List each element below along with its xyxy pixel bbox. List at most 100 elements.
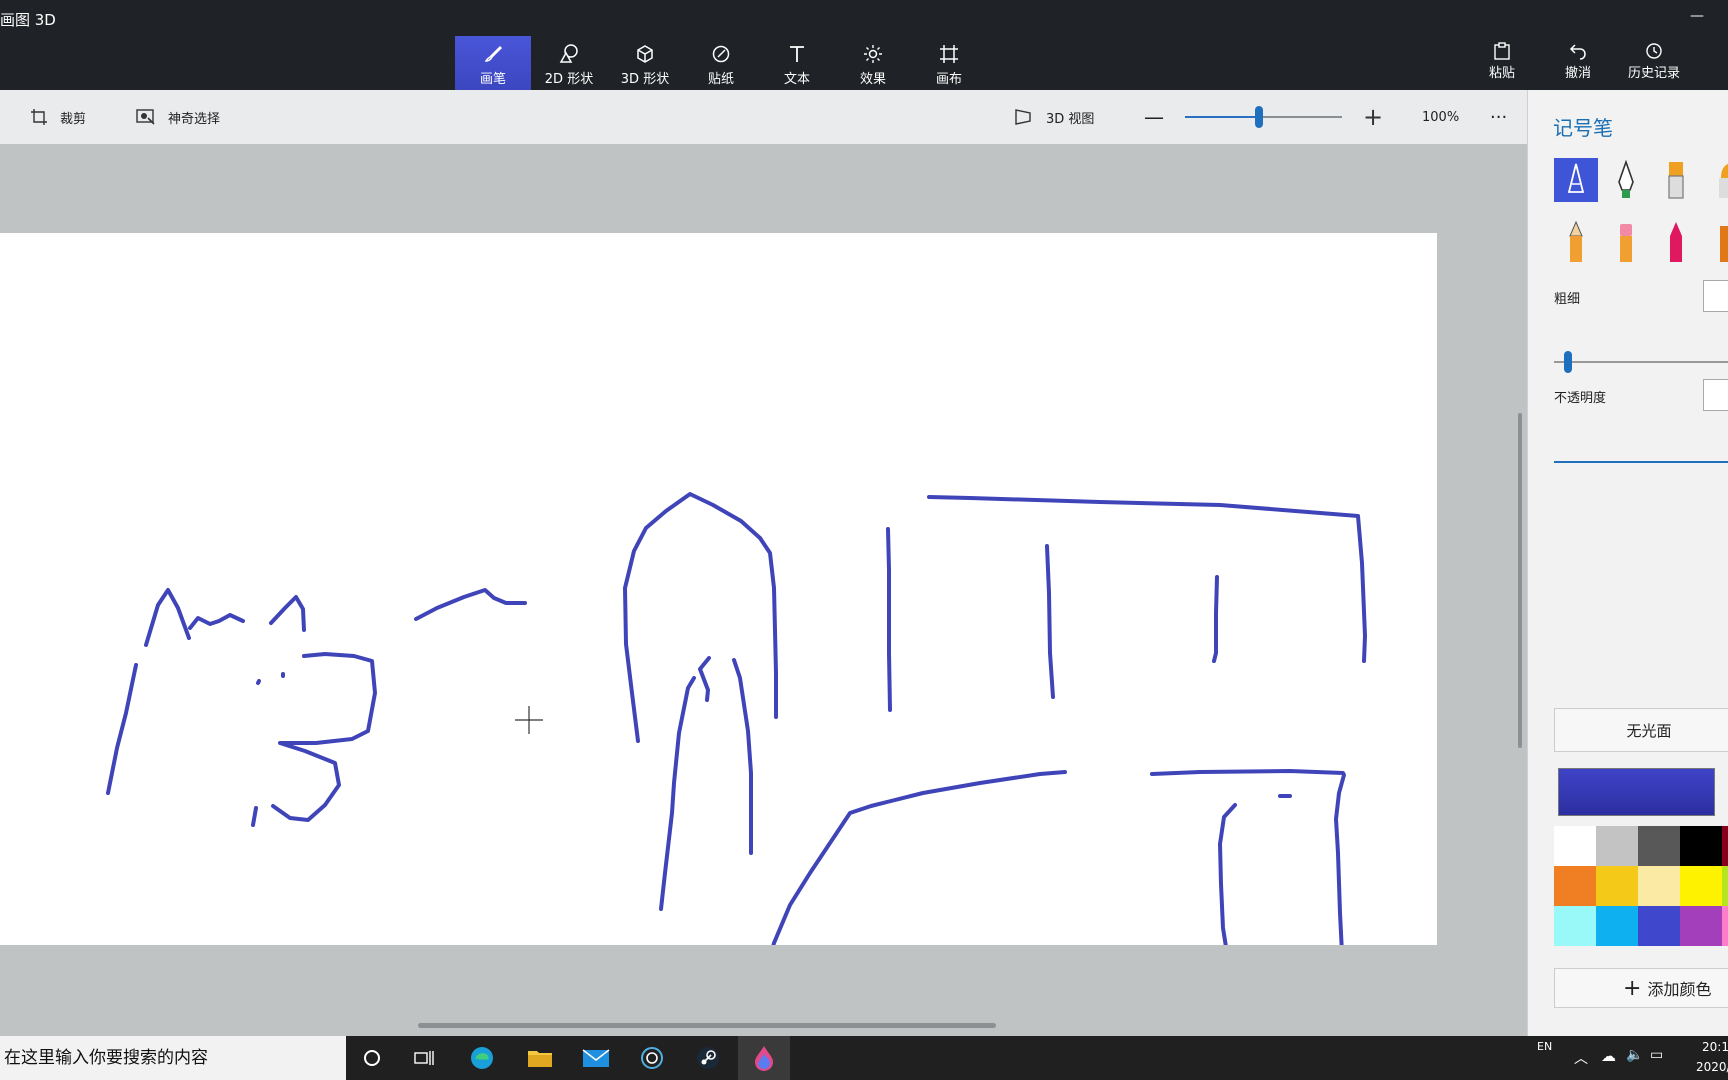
undo-label: 撤消: [1564, 66, 1591, 81]
crayon-brush[interactable]: [1654, 220, 1698, 264]
color-swatch[interactable]: [1596, 826, 1638, 866]
edge-button[interactable]: [456, 1036, 508, 1080]
pencil-brush[interactable]: [1554, 220, 1598, 264]
color-swatch[interactable]: [1680, 866, 1722, 906]
crop-label: 裁剪: [60, 111, 87, 127]
zoom-slider-fill: [1185, 116, 1259, 118]
color-swatch[interactable]: [1722, 906, 1728, 946]
app-button[interactable]: [626, 1036, 678, 1080]
add-color-button[interactable]: + 添加颜色: [1554, 968, 1728, 1008]
thickness-slider-thumb[interactable]: [1564, 351, 1572, 373]
oil-brush-icon: [1668, 162, 1684, 199]
more-options-button[interactable]: ···: [1490, 90, 1507, 144]
finish-dropdown[interactable]: 无光面: [1554, 708, 1728, 752]
marker-icon: [1567, 163, 1585, 193]
color-swatch[interactable]: [1638, 866, 1680, 906]
paste-button[interactable]: 粘贴: [1464, 40, 1540, 88]
thickness-slider-track[interactable]: [1554, 361, 1728, 363]
color-swatch[interactable]: [1596, 866, 1638, 906]
crop-button[interactable]: 裁剪: [30, 90, 86, 144]
folder-icon: [528, 1051, 552, 1067]
cortana-icon: [364, 1050, 380, 1066]
magic-select-icon: [136, 109, 155, 125]
panel-title: 记号笔: [1553, 116, 1613, 140]
edge-icon: [471, 1047, 493, 1069]
thickness-input[interactable]: [1703, 280, 1728, 312]
tab-canvas[interactable]: 画布: [911, 36, 987, 90]
cortana-button[interactable]: [346, 1036, 398, 1080]
color-swatch[interactable]: [1596, 906, 1638, 946]
tab-label: 2D 形状: [544, 72, 594, 87]
color-swatch[interactable]: [1722, 826, 1728, 866]
spray-can-brush[interactable]: [1704, 220, 1728, 264]
magic-select-button[interactable]: 神奇选择: [136, 90, 220, 144]
tab-effects[interactable]: 效果: [835, 36, 911, 90]
tab-label: 3D 形状: [620, 72, 670, 87]
show-hidden-icons-button[interactable]: ︿: [1574, 1048, 1588, 1068]
tab-brushes[interactable]: 画笔: [455, 36, 531, 90]
calligraphy-pen-brush[interactable]: [1604, 158, 1648, 202]
color-swatch[interactable]: [1680, 906, 1722, 946]
opacity-slider[interactable]: [1554, 461, 1728, 463]
eraser-brush[interactable]: [1604, 220, 1648, 264]
crop-icon: [31, 109, 47, 125]
paint-3d-taskbar-button[interactable]: [738, 1036, 790, 1080]
network-icon[interactable]: ▭: [1650, 1047, 1663, 1063]
history-button[interactable]: 历史记录: [1616, 40, 1692, 88]
3d-view-button[interactable]: 3D 视图: [1014, 90, 1094, 144]
tab-3d-shapes[interactable]: 3D 形状: [607, 36, 683, 90]
horizontal-scrollbar[interactable]: [418, 1023, 996, 1028]
pencil-icon: [1569, 220, 1583, 262]
more-icon: ···: [1490, 106, 1508, 128]
3d-view-label: 3D 视图: [1046, 111, 1095, 127]
undo-button[interactable]: 撤消: [1540, 40, 1616, 88]
tab-text[interactable]: 文本: [759, 36, 835, 90]
clock-time[interactable]: 20:1: [1702, 1040, 1728, 1054]
plus-icon: +: [1623, 976, 1642, 1001]
power-app-icon: [641, 1047, 663, 1069]
drawing-canvas[interactable]: [0, 233, 1437, 1021]
color-swatch[interactable]: [1554, 826, 1596, 866]
history-icon: [1616, 40, 1692, 62]
oil-brush[interactable]: [1654, 158, 1698, 202]
current-color-swatch[interactable]: [1558, 768, 1715, 816]
mail-button[interactable]: [570, 1036, 622, 1080]
color-swatch[interactable]: [1554, 866, 1596, 906]
tab-stickers[interactable]: 贴纸: [683, 36, 759, 90]
zoom-out-button[interactable]: —: [1144, 90, 1164, 144]
steam-icon: [697, 1047, 719, 1069]
minimize-button[interactable]: —: [1686, 8, 1708, 24]
steam-button[interactable]: [682, 1036, 734, 1080]
tab-label: 画笔: [479, 72, 506, 87]
vertical-scrollbar[interactable]: [1518, 413, 1522, 748]
opacity-input[interactable]: [1703, 379, 1728, 411]
color-swatch[interactable]: [1638, 906, 1680, 946]
zoom-slider-thumb[interactable]: [1255, 106, 1263, 128]
input-language[interactable]: EN: [1537, 1040, 1552, 1053]
3d-shapes-icon: [607, 42, 683, 66]
text-icon: [759, 42, 835, 66]
color-swatch[interactable]: [1680, 826, 1722, 866]
brush-icon: [455, 42, 531, 66]
task-view-button[interactable]: [398, 1036, 450, 1080]
title-bar: 画图 3D — 画笔 2D 形状 3D 形状 贴纸 文本 效果 画布 粘贴 撤消…: [0, 0, 1728, 90]
color-swatch[interactable]: [1638, 826, 1680, 866]
color-swatch[interactable]: [1722, 866, 1728, 906]
effects-icon: [835, 42, 911, 66]
tab-2d-shapes[interactable]: 2D 形状: [531, 36, 607, 90]
canvas-drawing: [106, 492, 1367, 1021]
zoom-in-button[interactable]: +: [1363, 90, 1383, 144]
clock-date[interactable]: 2020/: [1696, 1060, 1728, 1074]
color-swatch[interactable]: [1554, 906, 1596, 946]
onedrive-icon[interactable]: ☁: [1601, 1047, 1616, 1065]
marker-brush[interactable]: [1554, 158, 1598, 202]
zoom-percent-text: 100%: [1422, 109, 1460, 125]
volume-icon[interactable]: 🔈: [1626, 1047, 1643, 1063]
tab-label: 文本: [783, 72, 810, 87]
undo-icon: [1540, 40, 1616, 62]
watercolor-brush[interactable]: [1704, 158, 1728, 202]
3d-view-icon: [1015, 109, 1031, 125]
file-explorer-button[interactable]: [514, 1036, 566, 1080]
taskbar-search-box[interactable]: 在这里输入你要搜索的内容: [0, 1036, 346, 1080]
zoom-slider-track[interactable]: [1185, 116, 1342, 118]
